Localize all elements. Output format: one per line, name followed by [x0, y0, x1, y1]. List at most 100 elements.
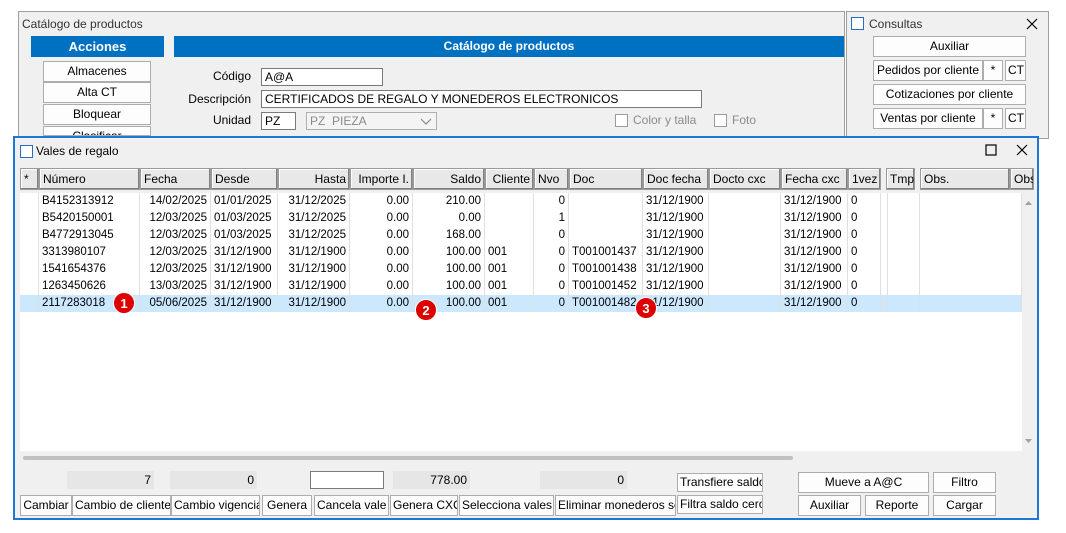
table-cell: T001001482: [569, 295, 643, 312]
table-cell: 0: [534, 295, 569, 312]
table-row[interactable]: 1263450626 13/03/2025 31/12/1900 31/12/1900…: [20, 278, 1022, 295]
filtro-button[interactable]: Filtro: [933, 472, 996, 493]
table-row[interactable]: 3313980107 12/03/2025 31/12/1900 31/12/1900…: [20, 244, 1022, 261]
table-cell: 13/03/2025: [140, 278, 211, 295]
table-cell: 01/03/2025: [211, 210, 278, 227]
close-icon[interactable]: [1016, 144, 1028, 156]
pedidos-star-button[interactable]: *: [983, 60, 1003, 81]
table-cell: 12/03/2025: [140, 261, 211, 278]
table-cell-empty: [920, 295, 1022, 312]
col-header-hasta[interactable]: Hasta: [278, 168, 350, 190]
col-header-fecha[interactable]: Fecha: [140, 168, 211, 190]
pedidos-ct-button[interactable]: CT: [1005, 60, 1026, 81]
table-cell: 31/12/1900: [643, 261, 709, 278]
col-header-importe[interactable]: Importe I.: [350, 168, 413, 190]
table-cell: 31/12/1900: [781, 227, 848, 244]
table-cell: 31/12/2025: [278, 227, 350, 244]
alta-ct-button[interactable]: Alta CT: [43, 82, 151, 103]
col-header-star[interactable]: *: [20, 168, 39, 190]
col-header-tmp[interactable]: Tmp.: [886, 168, 915, 190]
unidad-select[interactable]: PZ PIEZA: [306, 112, 437, 130]
table-row[interactable]: 2117283018 05/06/2025 31/12/1900 31/12/1900…: [20, 295, 1022, 312]
unidad-field[interactable]: PZ: [261, 112, 296, 130]
filtra-saldo-cero-button[interactable]: Filtra saldo cero: [677, 495, 763, 514]
table-cell: 31/12/2025: [278, 193, 350, 210]
col-header-cliente[interactable]: Cliente: [485, 168, 534, 190]
table-cell: [709, 244, 781, 261]
scroll-down-icon[interactable]: [1022, 436, 1035, 446]
foto-checkbox[interactable]: Foto: [714, 113, 757, 128]
table-cell: 001: [485, 278, 534, 295]
col-header-numero[interactable]: Número: [39, 168, 140, 190]
selecciona-vales-button[interactable]: Selecciona vales: [459, 495, 554, 516]
col-header-desde[interactable]: Desde: [211, 168, 278, 190]
reporte-button[interactable]: Reporte: [865, 495, 929, 516]
col-header-docto-cxc[interactable]: Docto cxc: [709, 168, 781, 190]
cambiar-button[interactable]: Cambiar: [20, 495, 72, 516]
catalog-window-title: Catálogo de productos: [22, 17, 143, 31]
table-cell: [485, 210, 534, 227]
cancela-vale-button[interactable]: Cancela vale: [314, 495, 389, 516]
table-cell: [569, 210, 643, 227]
table-row[interactable]: 1541654376 12/03/2025 31/12/1900 31/12/1900…: [20, 261, 1022, 278]
vertical-scrollbar[interactable]: [1022, 193, 1035, 451]
table-row[interactable]: B5420150001 12/03/2025 01/03/2025 31/12/202…: [20, 210, 1022, 227]
foto-label: Foto: [732, 113, 757, 127]
cargar-button[interactable]: Cargar: [933, 495, 996, 516]
table-cell: [20, 278, 39, 295]
auxiliar-button[interactable]: Auxiliar: [798, 495, 861, 516]
col-header-1vez[interactable]: 1vez: [848, 168, 881, 190]
foto-check-box: [714, 114, 727, 128]
col-header-obs2[interactable]: Obs.2: [1010, 168, 1034, 190]
consultas-auxiliar-button[interactable]: Auxiliar: [873, 36, 1026, 57]
consultas-title: Consultas: [869, 17, 923, 31]
horizontal-scrollbar[interactable]: [20, 451, 1022, 465]
scroll-up-icon[interactable]: [1022, 198, 1035, 208]
table-cell: 31/12/1900: [781, 295, 848, 312]
table-cell: [485, 227, 534, 244]
horizontal-scroll-thumb[interactable]: [23, 456, 793, 460]
ventas-ct-button[interactable]: CT: [1005, 108, 1026, 129]
table-cell: 31/12/1900: [781, 244, 848, 261]
bloquear-button[interactable]: Bloquear: [43, 104, 151, 125]
col-header-obs[interactable]: Obs.: [920, 168, 1010, 190]
table-row[interactable]: B4152313912 14/02/2025 01/01/2025 31/12/202…: [20, 193, 1022, 210]
ventas-star-button[interactable]: *: [983, 108, 1003, 129]
close-icon[interactable]: [1026, 18, 1038, 30]
table-cell: 31/12/1900: [643, 244, 709, 261]
table-cell: 100.00: [413, 261, 485, 278]
cambio-cliente-button[interactable]: Cambio de cliente: [72, 495, 171, 516]
table-cell: T001001437: [569, 244, 643, 261]
cambio-vigencia-button[interactable]: Cambio vigencia: [171, 495, 260, 516]
color-talla-checkbox[interactable]: Color y talla: [615, 113, 696, 128]
table-cell: 31/12/1900: [781, 278, 848, 295]
maximize-icon[interactable]: [985, 144, 997, 156]
table-cell: 0: [848, 227, 881, 244]
total-blank-field[interactable]: [310, 471, 384, 489]
genera-button[interactable]: Genera: [262, 495, 312, 516]
eliminar-monederos-button[interactable]: Eliminar monederos sel: [555, 495, 676, 516]
ventas-por-cliente-button[interactable]: Ventas por cliente: [873, 108, 983, 129]
descripcion-field[interactable]: CERTIFICADOS DE REGALO Y MONEDEROS ELECT…: [261, 90, 702, 108]
almacenes-button[interactable]: Almacenes: [43, 61, 151, 82]
transfiere-saldo-button[interactable]: Transfiere saldo: [677, 473, 763, 492]
grid-body: B4152313912 14/02/2025 01/01/2025 31/12/202…: [20, 193, 1022, 451]
callout-badge-2: 2: [415, 299, 437, 321]
cotizaciones-por-cliente-button[interactable]: Cotizaciones por cliente: [873, 84, 1026, 105]
col-header-fecha-cxc[interactable]: Fecha cxc: [781, 168, 848, 190]
col-header-nvo[interactable]: Nvo: [534, 168, 569, 190]
table-row[interactable]: B4772913045 12/03/2025 01/03/2025 31/12/202…: [20, 227, 1022, 244]
table-cell: 3313980107: [39, 244, 140, 261]
table-cell: 0.00: [350, 244, 413, 261]
genera-cxc-button[interactable]: Genera CXC: [390, 495, 458, 516]
table-cell: [569, 227, 643, 244]
pedidos-por-cliente-button[interactable]: Pedidos por cliente: [873, 60, 983, 81]
table-cell-empty: [920, 227, 1022, 244]
col-header-doc-fecha[interactable]: Doc fecha: [643, 168, 709, 190]
codigo-field[interactable]: A@A: [261, 68, 383, 86]
clasificar-button[interactable]: Clasificar: [43, 126, 151, 136]
col-header-doc[interactable]: Doc: [569, 168, 643, 190]
table-cell: 210.00: [413, 193, 485, 210]
col-header-saldo[interactable]: Saldo: [413, 168, 485, 190]
mueve-button[interactable]: Mueve a A@C: [798, 472, 929, 493]
